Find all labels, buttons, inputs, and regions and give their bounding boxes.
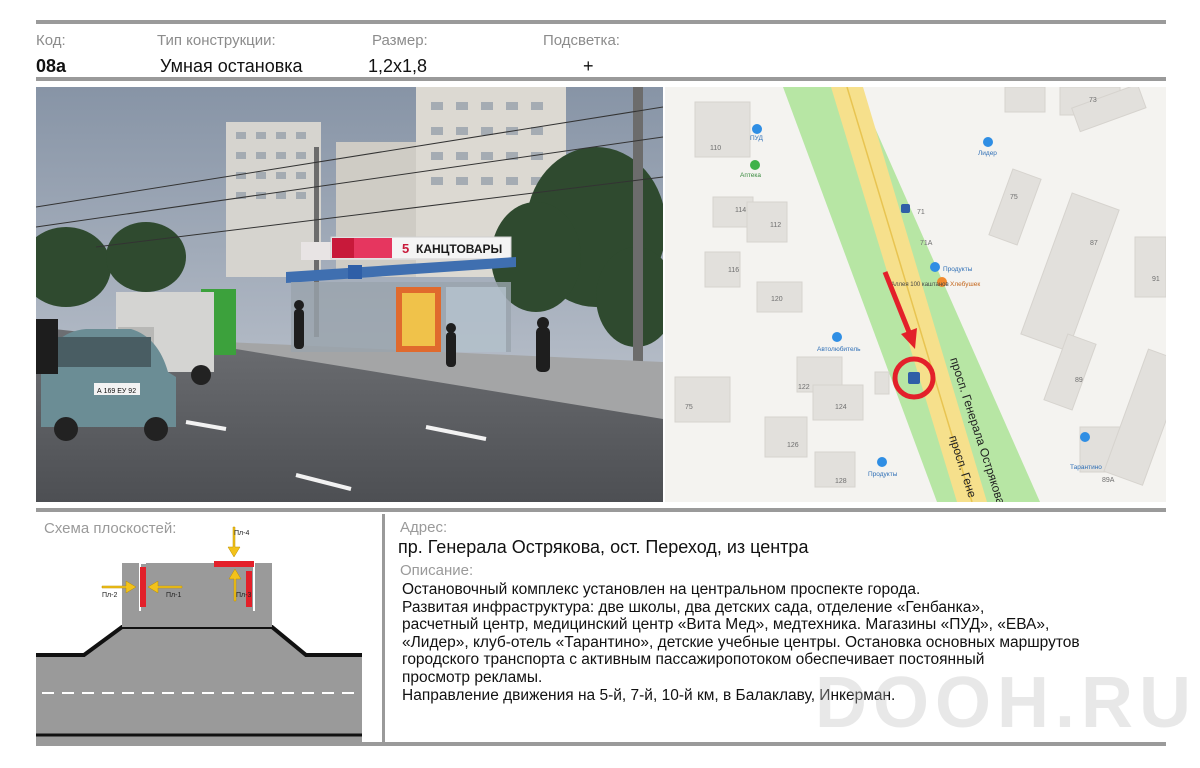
svg-text:73: 73 bbox=[1089, 97, 1097, 104]
poi-pud: ПУД bbox=[750, 135, 764, 142]
address-text: пр. Генерала Острякова, ост. Переход, из… bbox=[398, 537, 809, 557]
section-divider bbox=[36, 508, 1166, 512]
address-label: Адрес: bbox=[400, 519, 448, 536]
type-value: Умная остановка bbox=[160, 56, 303, 76]
label-p4: Пл-4 bbox=[234, 530, 249, 537]
kiosk-sign: КАНЦТОВАРЫ bbox=[416, 242, 502, 256]
kiosk-number: 5 bbox=[402, 241, 409, 256]
poi-produkty: Продукты bbox=[943, 266, 973, 273]
description-line: Развитая инфраструктура: две школы, два … bbox=[402, 598, 985, 616]
poi-produkty-2: Продукты bbox=[868, 471, 898, 478]
label-p3: Пл-3 bbox=[236, 592, 251, 599]
code-value: 08а bbox=[36, 56, 67, 76]
plane-4 bbox=[214, 561, 254, 567]
poi-khlebushek: Хлебушек bbox=[950, 280, 980, 288]
bus-stop-icon bbox=[908, 372, 920, 384]
svg-text:91: 91 bbox=[1152, 276, 1160, 283]
svg-text:122: 122 bbox=[798, 384, 810, 391]
watermark: DOOH.RU bbox=[815, 663, 1197, 743]
svg-text:112: 112 bbox=[770, 222, 781, 229]
poi-lider: Лидер bbox=[978, 150, 997, 157]
utility-pole bbox=[633, 87, 643, 387]
plane-3 bbox=[246, 571, 252, 607]
poi-avtolyubitel: Автолюбитель bbox=[817, 345, 861, 353]
type-label: Тип конструкции: bbox=[157, 32, 276, 49]
location-map: 110 114 112 116 120 122 124 126 128 75 73 75 87 9… bbox=[665, 87, 1166, 502]
svg-text:75: 75 bbox=[685, 404, 693, 411]
svg-text:89А: 89А bbox=[1102, 477, 1115, 484]
svg-text:75: 75 bbox=[1010, 194, 1018, 201]
bottom-divider bbox=[36, 742, 1166, 746]
plane-1-2 bbox=[140, 567, 146, 607]
vertical-divider bbox=[382, 514, 385, 744]
poi-tarantino: Тарантино bbox=[1070, 464, 1102, 471]
svg-text:124: 124 bbox=[835, 404, 847, 411]
svg-text:71: 71 bbox=[917, 209, 925, 216]
svg-text:114: 114 bbox=[735, 207, 746, 214]
light-label: Подсветка: bbox=[543, 32, 620, 49]
svg-text:110: 110 bbox=[710, 145, 721, 152]
size-value: 1,2х1,8 bbox=[368, 56, 428, 76]
header-divider bbox=[36, 77, 1166, 81]
svg-text:126: 126 bbox=[787, 442, 799, 449]
bus-stop-kiosk: 5 КАНЦТОВАРЫ bbox=[286, 236, 516, 352]
label-p1: Пл-1 bbox=[166, 592, 181, 599]
description-label: Описание: bbox=[400, 562, 474, 579]
poi-stop-name: Аллея 100 каштанов bbox=[891, 282, 949, 288]
svg-text:71А: 71А bbox=[920, 240, 933, 247]
top-divider bbox=[36, 20, 1166, 24]
license-plate: А 169 ЕУ 92 bbox=[97, 388, 136, 395]
svg-text:120: 120 bbox=[771, 296, 783, 303]
size-label: Размер: bbox=[372, 32, 428, 49]
description-line: Остановочный комплекс установлен на цент… bbox=[402, 581, 921, 598]
svg-text:116: 116 bbox=[728, 267, 739, 274]
svg-text:89: 89 bbox=[1075, 377, 1083, 384]
code-label: Код: bbox=[36, 32, 66, 49]
label-p2: Пл-2 bbox=[102, 592, 117, 599]
plane-scheme: Схема плоскостей: Пл-4 Пл-2 Пл-1 Пл-3 bbox=[36, 515, 378, 743]
street-photo: 5 КАНЦТОВАРЫ А 169 ЕУ 92 bbox=[36, 87, 663, 502]
description-line: расчетный центр, медицинский центр «Вита… bbox=[402, 616, 1050, 634]
light-value: + bbox=[583, 56, 594, 76]
description-line: «Лидер», клуб-отель «Тарантино», детские… bbox=[402, 633, 1080, 651]
svg-text:128: 128 bbox=[835, 478, 847, 485]
poi-apteka: Аптека bbox=[740, 172, 761, 179]
svg-text:87: 87 bbox=[1090, 240, 1098, 247]
